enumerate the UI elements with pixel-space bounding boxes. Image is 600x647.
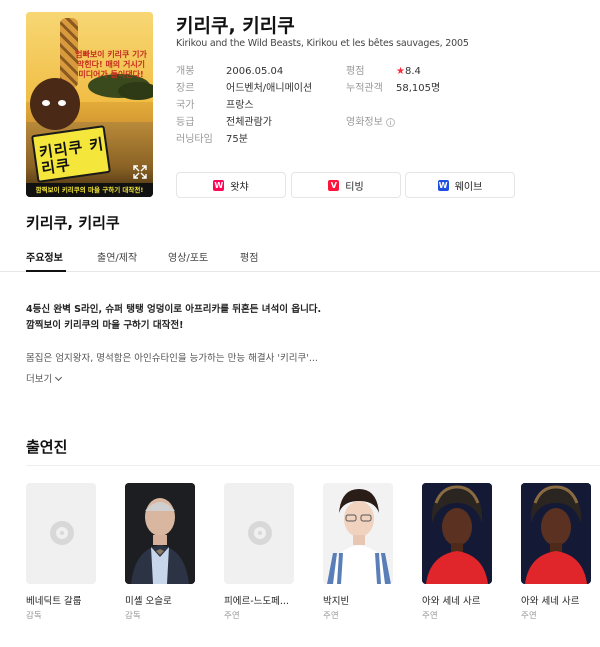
cast-photo (125, 483, 195, 584)
cast-portrait-image (125, 483, 195, 584)
tagline-line: 깜찍보이 키리쿠의 마을 구하기 대작전! (26, 320, 184, 331)
cast-role: 주연 (323, 611, 339, 621)
section-movie-title: 키리쿠, 키리쿠 (26, 214, 120, 232)
info-genre: 장르 어드벤처/애니메이션 (176, 79, 312, 94)
ott-label: 웨이브 (454, 181, 483, 193)
active-tab-indicator (26, 270, 66, 272)
ott-label: 왓챠 (230, 181, 249, 193)
info-value: 프랑스 (226, 100, 254, 111)
description-tagline: 4등신 완벽 S라인, 슈퍼 탱탱 엉덩이로 아프리카를 뒤흔든 녀석이 옵니다… (26, 302, 321, 334)
poster-character (30, 78, 80, 130)
cast-portrait-image (521, 483, 591, 584)
info-label: 영화정보 (346, 117, 383, 128)
info-label: 등급 (176, 117, 195, 128)
info-score: 평점 ★8.4 (346, 62, 421, 77)
ott-label: 티빙 (345, 181, 364, 193)
cast-photo (323, 483, 393, 584)
poster-top-text: 엄빠보이 키리쿠 기가 막힌다! 매의 거시기 미디어가 들이댄다! (75, 50, 147, 79)
chevron-down-icon (55, 373, 63, 382)
info-rating: 등급 전체관람가 (176, 113, 272, 128)
info-label: 평점 (346, 66, 365, 77)
info-value: 58,105명 (396, 83, 441, 94)
movie-poster[interactable]: 엄빠보이 키리쿠 기가 막힌다! 매의 거시기 미디어가 들이댄다! 키리쿠 키… (26, 12, 153, 197)
star-icon: ★ (396, 66, 405, 77)
info-value: 2006.05.04 (226, 66, 284, 77)
tab-video-photo[interactable]: 영상/포토 (168, 249, 208, 264)
divider (26, 465, 600, 466)
cast-name: 미셸 오슬로 (125, 596, 172, 607)
cast-portrait-image (422, 483, 492, 584)
cast-photo (422, 483, 492, 584)
cast-name: 피에르-느도페... (224, 596, 289, 607)
cast-card[interactable]: 베네딕트 갈룹 감독 (26, 483, 98, 621)
tab-bar: 주요정보 출연/제작 영상/포토 평점 (0, 240, 600, 272)
cast-name: 아와 세네 사르 (422, 596, 481, 607)
film-reel-icon (248, 521, 272, 545)
ott-button-tving[interactable]: V 티빙 (291, 172, 401, 198)
tagline-line: 4등신 완벽 S라인, 슈퍼 탱탱 엉덩이로 아프리카를 뒤흔든 녀석이 옵니다… (26, 304, 322, 315)
info-value: 전체관람가 (226, 117, 272, 128)
more-label: 더보기 (26, 374, 53, 385)
watcha-logo-icon: W (213, 179, 225, 191)
info-label: 누적관객 (346, 83, 383, 94)
cast-role: 주연 (422, 611, 438, 621)
ott-button-watcha[interactable]: W 왓챠 (176, 172, 286, 198)
info-value: 어드벤처/애니메이션 (226, 83, 313, 94)
info-promo[interactable]: 영화정보 i (346, 113, 395, 128)
tab-main-info[interactable]: 주요정보 (26, 249, 63, 264)
info-label: 개봉 (176, 66, 195, 77)
cast-role: 감독 (26, 611, 42, 621)
info-audience: 누적관객 58,105명 (346, 79, 440, 94)
cast-role: 감독 (125, 611, 141, 621)
info-label: 러닝타임 (176, 134, 213, 145)
ott-button-wavve[interactable]: W 웨이브 (405, 172, 515, 198)
cast-card[interactable]: 피에르-느도페... 주연 (224, 483, 296, 621)
cast-portrait-image (323, 483, 393, 584)
poster-character-eye (42, 100, 50, 106)
cast-role: 주연 (521, 611, 537, 621)
film-reel-icon (50, 521, 74, 545)
info-value: 75분 (226, 134, 248, 145)
poster-tree (118, 82, 153, 100)
poster-character-eye (58, 100, 66, 106)
movie-title: 키리쿠, 키리쿠 (176, 15, 295, 37)
cast-photo-placeholder (26, 483, 96, 584)
info-label: 장르 (176, 83, 195, 94)
poster-bottom-text: 깜찍보이 키리쿠의 마을 구하기 대작전! (26, 183, 153, 197)
tab-cast-crew[interactable]: 출연/제작 (97, 249, 137, 264)
cast-card[interactable]: 박지빈 주연 (323, 483, 395, 621)
cast-name: 박지빈 (323, 596, 350, 607)
info-runtime: 러닝타임 75분 (176, 130, 248, 145)
cast-card[interactable]: 미셸 오슬로 감독 (125, 483, 197, 621)
info-value: 8.4 (404, 66, 421, 77)
description-summary: 몸집은 엄지왕자, 명석함은 아인슈타인을 능가하는 만능 해결사 '키리쿠'.… (26, 353, 318, 364)
expand-icon[interactable] (133, 165, 147, 179)
more-button[interactable]: 더보기 (26, 371, 63, 385)
wavve-logo-icon: W (437, 179, 449, 191)
cast-section-title: 출연진 (26, 438, 68, 456)
cast-card[interactable]: 아와 세네 사르 주연 (521, 483, 593, 621)
movie-subtitle: Kirikou and the Wild Beasts, Kirikou et … (176, 38, 469, 49)
cast-card[interactable]: 아와 세네 사르 주연 (422, 483, 494, 621)
cast-photo (521, 483, 591, 584)
tab-reviews[interactable]: 평점 (240, 249, 258, 264)
tving-logo-icon: V (328, 179, 340, 191)
info-country: 국가 프랑스 (176, 96, 254, 111)
info-icon[interactable]: i (385, 118, 395, 127)
cast-name: 아와 세네 사르 (521, 596, 580, 607)
info-release: 개봉 2006.05.04 (176, 62, 283, 77)
cast-photo-placeholder (224, 483, 294, 584)
cast-role: 주연 (224, 611, 240, 621)
info-label: 국가 (176, 100, 195, 111)
cast-name: 베네딕트 갈룹 (26, 596, 82, 607)
